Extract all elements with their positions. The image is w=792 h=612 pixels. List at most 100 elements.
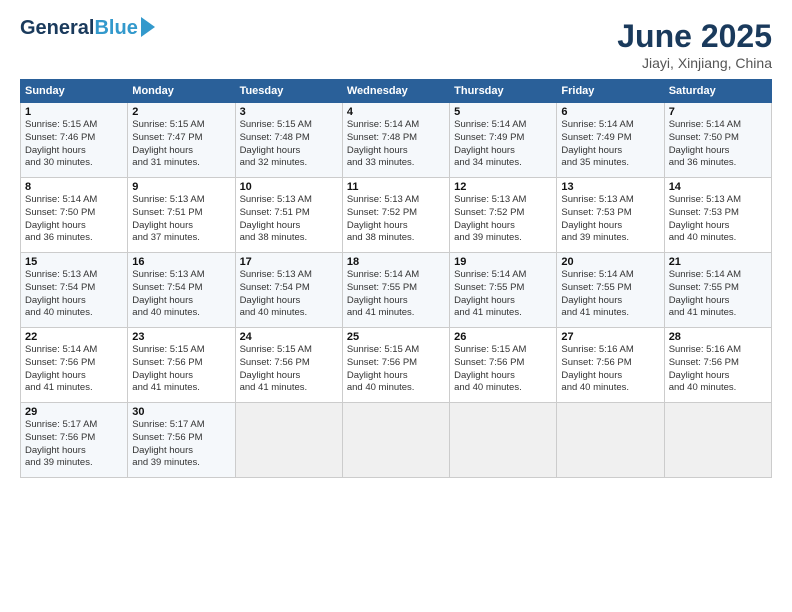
day-number: 22 <box>25 331 123 343</box>
week-row-3: 15Sunrise: 5:13 AMSunset: 7:54 PMDayligh… <box>21 253 772 328</box>
day-number: 6 <box>561 106 659 118</box>
day-number: 25 <box>347 331 445 343</box>
week-row-1: 1Sunrise: 5:15 AMSunset: 7:46 PMDaylight… <box>21 103 772 178</box>
day-cell: 6Sunrise: 5:14 AMSunset: 7:49 PMDaylight… <box>557 103 664 178</box>
day-info: Sunrise: 5:13 AMSunset: 7:54 PMDaylight … <box>25 269 123 320</box>
day-info: Sunrise: 5:14 AMSunset: 7:49 PMDaylight … <box>561 119 659 170</box>
day-info: Sunrise: 5:15 AMSunset: 7:56 PMDaylight … <box>454 344 552 395</box>
day-info: Sunrise: 5:13 AMSunset: 7:54 PMDaylight … <box>132 269 230 320</box>
day-cell <box>664 403 771 478</box>
header-day-wednesday: Wednesday <box>342 80 449 103</box>
day-info: Sunrise: 5:13 AMSunset: 7:53 PMDaylight … <box>669 194 767 245</box>
week-row-4: 22Sunrise: 5:14 AMSunset: 7:56 PMDayligh… <box>21 328 772 403</box>
day-cell: 9Sunrise: 5:13 AMSunset: 7:51 PMDaylight… <box>128 178 235 253</box>
day-info: Sunrise: 5:13 AMSunset: 7:52 PMDaylight … <box>454 194 552 245</box>
logo-general: General <box>20 18 94 38</box>
day-cell: 3Sunrise: 5:15 AMSunset: 7:48 PMDaylight… <box>235 103 342 178</box>
day-number: 24 <box>240 331 338 343</box>
day-cell: 21Sunrise: 5:14 AMSunset: 7:55 PMDayligh… <box>664 253 771 328</box>
day-cell: 16Sunrise: 5:13 AMSunset: 7:54 PMDayligh… <box>128 253 235 328</box>
day-cell: 27Sunrise: 5:16 AMSunset: 7:56 PMDayligh… <box>557 328 664 403</box>
header-day-monday: Monday <box>128 80 235 103</box>
page: General Blue June 2025 Jiayi, Xinjiang, … <box>0 0 792 612</box>
day-info: Sunrise: 5:14 AMSunset: 7:55 PMDaylight … <box>454 269 552 320</box>
header-day-tuesday: Tuesday <box>235 80 342 103</box>
day-number: 29 <box>25 406 123 418</box>
day-info: Sunrise: 5:14 AMSunset: 7:55 PMDaylight … <box>561 269 659 320</box>
day-number: 28 <box>669 331 767 343</box>
day-cell: 28Sunrise: 5:16 AMSunset: 7:56 PMDayligh… <box>664 328 771 403</box>
day-cell: 29Sunrise: 5:17 AMSunset: 7:56 PMDayligh… <box>21 403 128 478</box>
day-cell: 30Sunrise: 5:17 AMSunset: 7:56 PMDayligh… <box>128 403 235 478</box>
day-cell: 11Sunrise: 5:13 AMSunset: 7:52 PMDayligh… <box>342 178 449 253</box>
day-number: 5 <box>454 106 552 118</box>
logo-arrow-icon <box>141 17 155 37</box>
day-info: Sunrise: 5:15 AMSunset: 7:46 PMDaylight … <box>25 119 123 170</box>
day-info: Sunrise: 5:14 AMSunset: 7:48 PMDaylight … <box>347 119 445 170</box>
day-info: Sunrise: 5:13 AMSunset: 7:51 PMDaylight … <box>240 194 338 245</box>
day-info: Sunrise: 5:17 AMSunset: 7:56 PMDaylight … <box>132 419 230 470</box>
day-info: Sunrise: 5:15 AMSunset: 7:47 PMDaylight … <box>132 119 230 170</box>
day-info: Sunrise: 5:14 AMSunset: 7:49 PMDaylight … <box>454 119 552 170</box>
day-cell: 1Sunrise: 5:15 AMSunset: 7:46 PMDaylight… <box>21 103 128 178</box>
day-number: 2 <box>132 106 230 118</box>
day-cell: 15Sunrise: 5:13 AMSunset: 7:54 PMDayligh… <box>21 253 128 328</box>
logo: General Blue <box>20 18 155 38</box>
day-info: Sunrise: 5:13 AMSunset: 7:53 PMDaylight … <box>561 194 659 245</box>
day-number: 14 <box>669 181 767 193</box>
day-cell: 8Sunrise: 5:14 AMSunset: 7:50 PMDaylight… <box>21 178 128 253</box>
day-cell: 17Sunrise: 5:13 AMSunset: 7:54 PMDayligh… <box>235 253 342 328</box>
day-info: Sunrise: 5:15 AMSunset: 7:48 PMDaylight … <box>240 119 338 170</box>
day-cell: 18Sunrise: 5:14 AMSunset: 7:55 PMDayligh… <box>342 253 449 328</box>
day-info: Sunrise: 5:16 AMSunset: 7:56 PMDaylight … <box>669 344 767 395</box>
day-number: 30 <box>132 406 230 418</box>
day-info: Sunrise: 5:16 AMSunset: 7:56 PMDaylight … <box>561 344 659 395</box>
day-number: 16 <box>132 256 230 268</box>
day-info: Sunrise: 5:15 AMSunset: 7:56 PMDaylight … <box>347 344 445 395</box>
day-cell: 4Sunrise: 5:14 AMSunset: 7:48 PMDaylight… <box>342 103 449 178</box>
day-number: 11 <box>347 181 445 193</box>
day-cell: 26Sunrise: 5:15 AMSunset: 7:56 PMDayligh… <box>450 328 557 403</box>
day-cell: 7Sunrise: 5:14 AMSunset: 7:50 PMDaylight… <box>664 103 771 178</box>
day-number: 4 <box>347 106 445 118</box>
day-info: Sunrise: 5:17 AMSunset: 7:56 PMDaylight … <box>25 419 123 470</box>
header-day-friday: Friday <box>557 80 664 103</box>
day-number: 3 <box>240 106 338 118</box>
day-info: Sunrise: 5:15 AMSunset: 7:56 PMDaylight … <box>240 344 338 395</box>
day-number: 23 <box>132 331 230 343</box>
day-info: Sunrise: 5:14 AMSunset: 7:56 PMDaylight … <box>25 344 123 395</box>
location: Jiayi, Xinjiang, China <box>617 55 772 71</box>
header-row: SundayMondayTuesdayWednesdayThursdayFrid… <box>21 80 772 103</box>
title-block: June 2025 Jiayi, Xinjiang, China <box>617 18 772 71</box>
day-number: 13 <box>561 181 659 193</box>
day-cell: 24Sunrise: 5:15 AMSunset: 7:56 PMDayligh… <box>235 328 342 403</box>
day-number: 8 <box>25 181 123 193</box>
logo-text: General Blue <box>20 18 155 38</box>
header-day-sunday: Sunday <box>21 80 128 103</box>
day-cell: 23Sunrise: 5:15 AMSunset: 7:56 PMDayligh… <box>128 328 235 403</box>
day-number: 26 <box>454 331 552 343</box>
week-row-2: 8Sunrise: 5:14 AMSunset: 7:50 PMDaylight… <box>21 178 772 253</box>
day-number: 20 <box>561 256 659 268</box>
header-day-thursday: Thursday <box>450 80 557 103</box>
day-cell: 22Sunrise: 5:14 AMSunset: 7:56 PMDayligh… <box>21 328 128 403</box>
header: General Blue June 2025 Jiayi, Xinjiang, … <box>20 18 772 71</box>
day-cell: 12Sunrise: 5:13 AMSunset: 7:52 PMDayligh… <box>450 178 557 253</box>
day-cell: 10Sunrise: 5:13 AMSunset: 7:51 PMDayligh… <box>235 178 342 253</box>
day-number: 15 <box>25 256 123 268</box>
day-info: Sunrise: 5:14 AMSunset: 7:55 PMDaylight … <box>669 269 767 320</box>
day-info: Sunrise: 5:14 AMSunset: 7:50 PMDaylight … <box>25 194 123 245</box>
day-cell <box>450 403 557 478</box>
day-info: Sunrise: 5:14 AMSunset: 7:55 PMDaylight … <box>347 269 445 320</box>
day-cell <box>342 403 449 478</box>
day-number: 19 <box>454 256 552 268</box>
week-row-5: 29Sunrise: 5:17 AMSunset: 7:56 PMDayligh… <box>21 403 772 478</box>
day-info: Sunrise: 5:13 AMSunset: 7:52 PMDaylight … <box>347 194 445 245</box>
day-info: Sunrise: 5:15 AMSunset: 7:56 PMDaylight … <box>132 344 230 395</box>
day-info: Sunrise: 5:13 AMSunset: 7:54 PMDaylight … <box>240 269 338 320</box>
day-cell <box>235 403 342 478</box>
day-info: Sunrise: 5:13 AMSunset: 7:51 PMDaylight … <box>132 194 230 245</box>
month-title: June 2025 <box>617 18 772 55</box>
day-number: 17 <box>240 256 338 268</box>
calendar-table: SundayMondayTuesdayWednesdayThursdayFrid… <box>20 79 772 478</box>
